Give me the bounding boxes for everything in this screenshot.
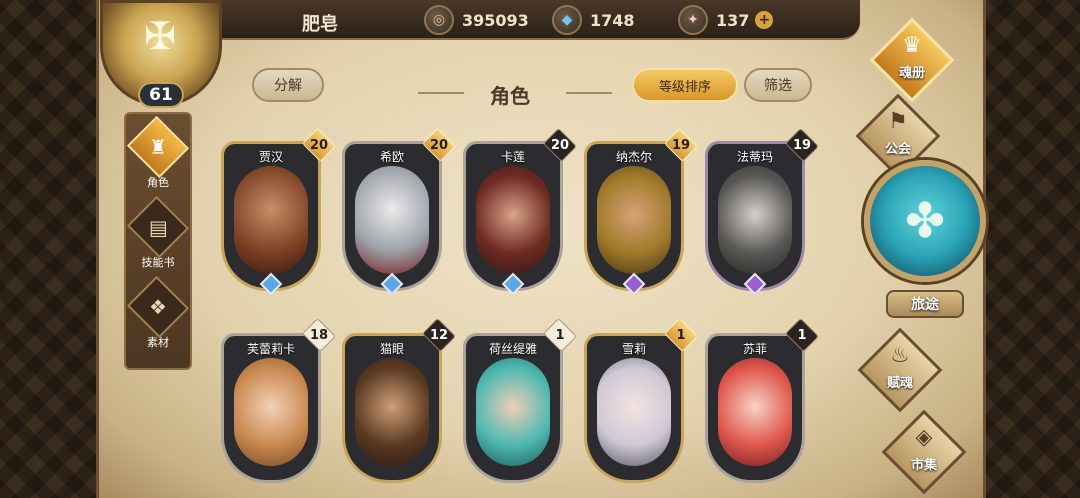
- nav-item-skill-books[interactable]: ▤ 技能书: [126, 195, 190, 270]
- soul-book-label: 魂册: [898, 66, 925, 81]
- character-card[interactable]: 贾汉: [221, 141, 321, 291]
- character-card[interactable]: 芙蕾莉卡: [221, 333, 321, 483]
- guild-label: 公会: [884, 142, 911, 157]
- title-ornament-right: [566, 92, 612, 94]
- journey-button[interactable]: ✤ 旅途: [864, 160, 986, 320]
- player-level-badge: 61: [138, 82, 184, 108]
- character-card[interactable]: 雪莉: [584, 333, 684, 483]
- character-level-badge: 12: [424, 322, 454, 348]
- character-level-badge: 1: [666, 322, 696, 348]
- sort-by-level-button[interactable]: 等级排序: [632, 68, 738, 102]
- character-portrait: [476, 358, 550, 466]
- market-button[interactable]: ◈ 市集: [881, 409, 967, 495]
- character-portrait: [355, 166, 429, 274]
- currency-crystal: ◆ 1748: [552, 5, 635, 35]
- character-portrait: [355, 358, 429, 466]
- character-level-badge: 1: [545, 322, 575, 348]
- nav-item-characters[interactable]: ♜ 角色: [126, 115, 190, 190]
- character-level-badge: 18: [304, 322, 334, 348]
- material-icon: ❖: [126, 275, 190, 339]
- gem-value: 137: [716, 10, 750, 30]
- soul-grant-button[interactable]: ♨ 赋魂: [857, 327, 943, 413]
- decompose-button[interactable]: 分解: [252, 68, 324, 102]
- journey-label: 旅途: [886, 290, 964, 318]
- player-name: 肥皂: [302, 14, 338, 35]
- character-card[interactable]: 希欧: [342, 141, 442, 291]
- character-card[interactable]: 苏菲: [705, 333, 805, 483]
- journey-emblem-icon: ✤: [864, 160, 986, 282]
- emblem-crest-icon: ✠: [144, 14, 176, 58]
- filter-button[interactable]: 筛选: [744, 68, 812, 102]
- character-portrait: [476, 166, 550, 274]
- book-icon: ▤: [126, 195, 190, 259]
- currency-gold: ◎ 395093: [424, 5, 529, 35]
- character-level-badge: 20: [304, 132, 334, 158]
- market-label: 市集: [910, 458, 937, 473]
- character-portrait: [718, 358, 792, 466]
- helmet-icon: ♜: [126, 115, 190, 179]
- character-card[interactable]: 猫眼: [342, 333, 442, 483]
- add-gem-icon[interactable]: +: [755, 11, 774, 29]
- character-portrait: [597, 358, 671, 466]
- right-border-pattern: [970, 0, 1080, 498]
- soul-book-icon: ♛: [902, 33, 922, 58]
- character-level-badge: 19: [666, 132, 696, 158]
- character-portrait: [718, 166, 792, 274]
- character-level-badge: 19: [787, 132, 817, 158]
- title-ornament-left: [418, 92, 464, 94]
- character-card[interactable]: 纳杰尔: [584, 141, 684, 291]
- character-level-badge: 1: [787, 322, 817, 348]
- crystal-value: 1748: [590, 10, 635, 30]
- character-card[interactable]: 法蒂玛: [705, 141, 805, 291]
- character-level-badge: 20: [545, 132, 575, 158]
- character-portrait: [234, 166, 308, 274]
- character-portrait: [234, 358, 308, 466]
- market-frame: [881, 409, 967, 495]
- left-border-pattern: [0, 0, 110, 498]
- soul-book-button[interactable]: ♛ 魂册: [869, 17, 955, 103]
- crystal-icon: ◆: [552, 5, 582, 35]
- soul-book-frame: [869, 17, 955, 103]
- gem-icon: ✦: [678, 5, 708, 35]
- gold-value: 395093: [462, 10, 529, 30]
- character-card[interactable]: 荷丝缇雅: [463, 333, 563, 483]
- crystal-market-icon: ◈: [915, 425, 933, 450]
- page-title: 角色: [490, 84, 530, 108]
- flame-icon: ♨: [890, 343, 910, 368]
- character-card[interactable]: 卡莲: [463, 141, 563, 291]
- soul-grant-label: 赋魂: [886, 376, 913, 391]
- currency-gem[interactable]: ✦ 137 +: [678, 5, 774, 35]
- character-level-badge: 20: [424, 132, 454, 158]
- coin-icon: ◎: [424, 5, 454, 35]
- guild-flag-icon: ⚑: [888, 109, 908, 134]
- nav-item-materials[interactable]: ❖ 素材: [126, 275, 190, 350]
- character-portrait: [597, 166, 671, 274]
- soul-grant-frame: [857, 327, 943, 413]
